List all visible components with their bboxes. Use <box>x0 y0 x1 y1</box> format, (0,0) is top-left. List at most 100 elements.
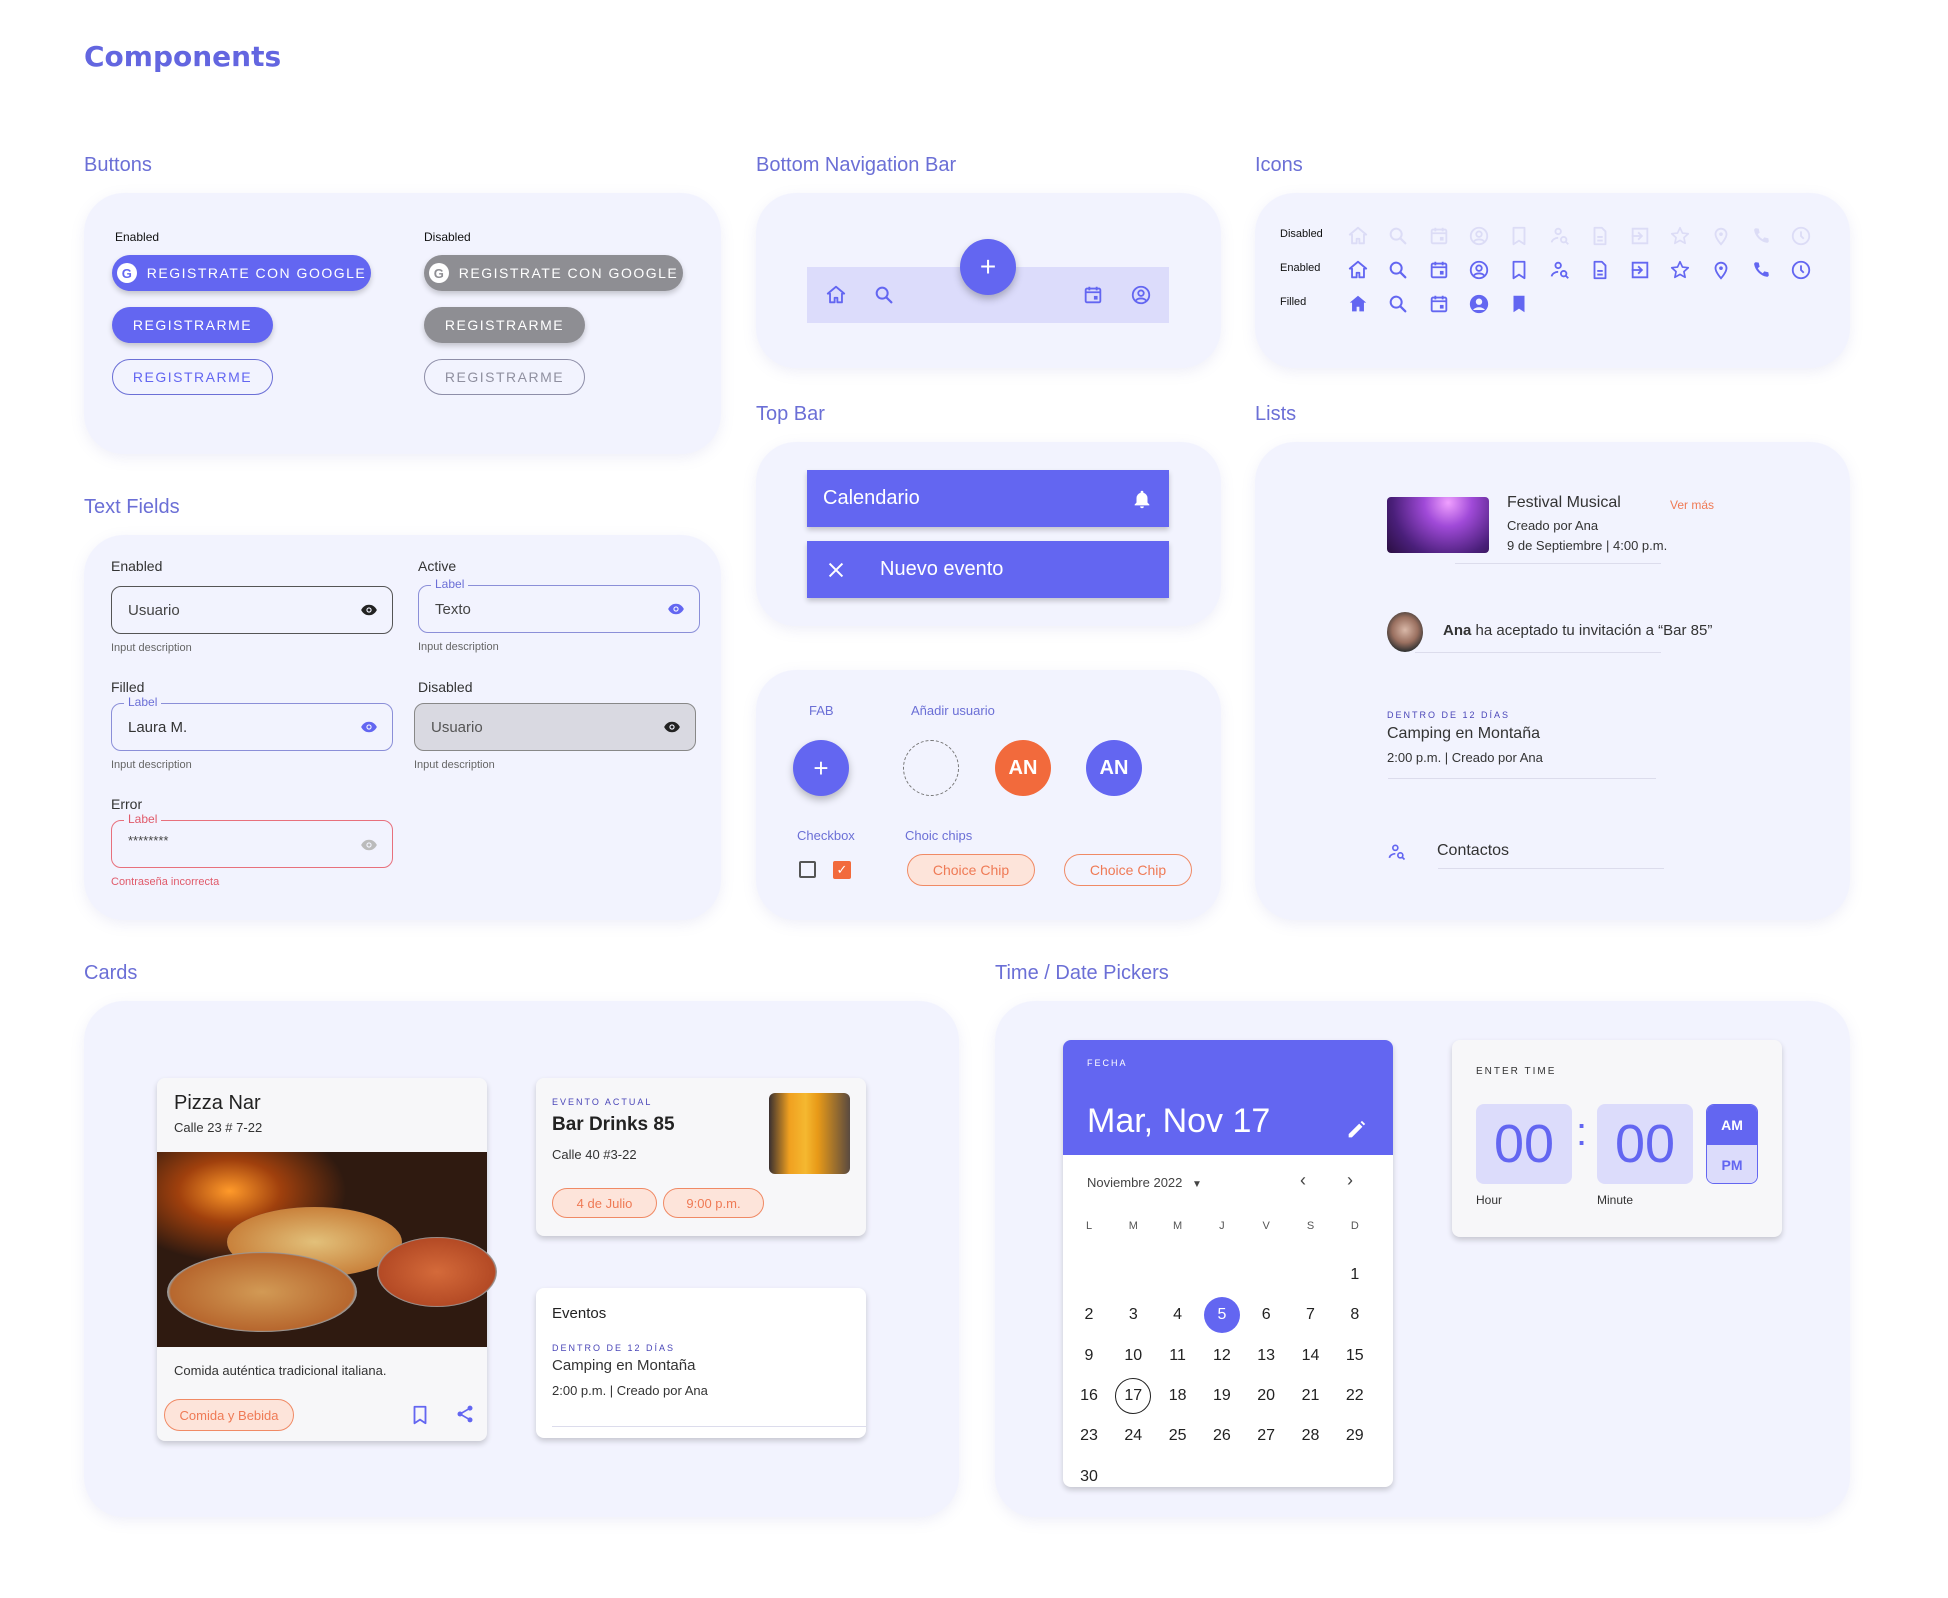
calendar-day[interactable]: 20 <box>1248 1378 1284 1414</box>
calendar-day[interactable]: 10 <box>1115 1338 1151 1374</box>
chips-label: Choic chips <box>905 828 973 843</box>
home-icon <box>1347 293 1369 315</box>
calendar-day[interactable]: 27 <box>1248 1418 1284 1454</box>
avatar-blue[interactable]: AN <box>1086 740 1142 796</box>
month-selector[interactable]: Noviembre 2022 ▼ <box>1087 1175 1202 1190</box>
date-chip[interactable]: 4 de Julio <box>552 1188 657 1218</box>
calendar-day[interactable]: 18 <box>1160 1378 1196 1414</box>
share-icon[interactable] <box>455 1404 475 1424</box>
filled-field-title: Filled <box>111 679 145 695</box>
top-bar-heading: Top Bar <box>756 403 825 425</box>
invitation-text: Ana ha aceptado tu invitación a “Bar 85” <box>1443 622 1712 639</box>
field-value: Usuario <box>431 718 483 736</box>
calendar-day[interactable]: 24 <box>1115 1418 1151 1454</box>
category-chip[interactable]: Comida y Bebida <box>164 1399 294 1431</box>
am-button[interactable]: AM <box>1707 1105 1757 1145</box>
bookmark-icon[interactable] <box>409 1404 431 1426</box>
account-icon <box>1468 225 1490 247</box>
close-icon[interactable] <box>825 559 847 581</box>
calendar-day[interactable]: 17 <box>1115 1377 1152 1414</box>
contacts-list-item[interactable]: Contactos <box>1437 842 1509 860</box>
chip-text: Choice Chip <box>932 862 1010 878</box>
google-register-button[interactable]: G REGISTRATE CON GOOGLE <box>112 255 371 291</box>
calendar-day[interactable]: 14 <box>1293 1338 1329 1374</box>
register-outline-button[interactable]: REGISTRARME <box>112 359 273 395</box>
calendar-day[interactable]: 12 <box>1204 1338 1240 1374</box>
username-field-disabled: Usuario <box>414 703 696 751</box>
add-user-placeholder[interactable] <box>903 740 959 796</box>
bell-icon[interactable] <box>1131 488 1153 510</box>
text-field-active[interactable]: Label Texto <box>418 577 700 633</box>
calendar-day[interactable]: 9 <box>1071 1338 1107 1374</box>
checkbox-unchecked[interactable] <box>799 861 816 878</box>
calendar-day[interactable]: 2 <box>1071 1297 1107 1333</box>
register-outline-label: REGISTRARME <box>132 369 253 385</box>
calendar-day[interactable]: 16 <box>1071 1378 1107 1414</box>
avatar-orange[interactable]: AN <box>995 740 1051 796</box>
calendar-day[interactable]: 28 <box>1293 1418 1329 1454</box>
add-fab-button[interactable]: + <box>960 239 1016 295</box>
time-picker: ENTER TIME 00 : 00 AM PM Hour Minute <box>1452 1040 1782 1237</box>
error-field-title: Error <box>111 796 143 812</box>
calendar-day[interactable]: 5 <box>1203 1297 1240 1334</box>
pickers-heading: Time / Date Pickers <box>995 962 1169 984</box>
account-icon <box>1468 293 1490 315</box>
checkbox-checked[interactable]: ✓ <box>833 861 851 879</box>
calendar-day[interactable]: 25 <box>1160 1418 1196 1454</box>
next-month-button[interactable]: › <box>1347 1170 1353 1191</box>
username-field-enabled[interactable]: Usuario <box>111 586 393 634</box>
calendar-day[interactable]: 26 <box>1204 1418 1240 1454</box>
register-label: REGISTRARME <box>132 317 253 333</box>
eye-icon[interactable] <box>360 601 378 619</box>
pm-button[interactable]: PM <box>1707 1145 1757 1183</box>
edit-pencil-icon[interactable] <box>1345 1119 1367 1141</box>
calendar-day[interactable]: 30 <box>1071 1459 1107 1488</box>
field-description: Input description <box>111 642 192 654</box>
calendar-icon <box>1428 293 1450 315</box>
eye-icon[interactable] <box>667 600 685 618</box>
minute-input[interactable]: 00 <box>1597 1104 1693 1184</box>
list-item-line3: 9 de Septiembre | 4:00 p.m. <box>1507 538 1668 553</box>
calendar-day[interactable]: 19 <box>1204 1378 1240 1414</box>
pizza-card[interactable]: Pizza Nar Calle 23 # 7-22 Comida auténti… <box>157 1078 497 1441</box>
password-field-error[interactable]: Label ******** <box>111 812 393 868</box>
see-more-link[interactable]: Ver más <box>1670 498 1714 512</box>
calendar-day[interactable]: 6 <box>1248 1297 1284 1333</box>
calendar-day[interactable]: 22 <box>1337 1378 1373 1414</box>
field-label: Label <box>431 577 469 591</box>
fab-button[interactable]: + <box>793 740 849 796</box>
bar-card[interactable]: EVENTO ACTUAL Bar Drinks 85 Calle 40 #3-… <box>536 1078 866 1236</box>
search-icon[interactable] <box>873 284 895 306</box>
list-item-title: Festival Musical <box>1507 494 1621 511</box>
time-chip[interactable]: 9:00 p.m. <box>663 1188 764 1218</box>
prev-month-button[interactable]: ‹ <box>1300 1170 1306 1191</box>
calendar-day[interactable]: 11 <box>1160 1338 1196 1374</box>
calendar-day[interactable]: 15 <box>1337 1338 1373 1374</box>
bottom-nav-heading: Bottom Navigation Bar <box>756 154 957 176</box>
home-icon[interactable] <box>825 284 847 306</box>
register-button[interactable]: REGISTRARME <box>112 307 273 343</box>
name-field-filled[interactable]: Label Laura M. <box>111 695 393 751</box>
add-user-label: Añadir usuario <box>911 703 995 718</box>
phone-icon <box>1750 225 1772 247</box>
calendar-day[interactable]: 4 <box>1160 1297 1196 1333</box>
choice-chip-selected[interactable]: Choice Chip <box>907 854 1035 886</box>
account-icon[interactable] <box>1130 284 1152 306</box>
calendar-day[interactable]: 3 <box>1115 1297 1151 1333</box>
calendar-day[interactable]: 1 <box>1337 1257 1373 1293</box>
calendar-day[interactable]: 21 <box>1293 1378 1329 1414</box>
eye-icon[interactable] <box>360 836 378 854</box>
calendar-day[interactable]: 23 <box>1071 1418 1107 1454</box>
clock-icon <box>1790 259 1812 281</box>
card-overline: DENTRO DE 12 DÍAS <box>552 1343 676 1353</box>
calendar-day[interactable]: 8 <box>1337 1297 1373 1333</box>
hour-input[interactable]: 00 <box>1476 1104 1572 1184</box>
field-value: Texto <box>435 600 471 618</box>
calendar-day[interactable]: 7 <box>1293 1297 1329 1333</box>
calendar-day[interactable]: 13 <box>1248 1338 1284 1374</box>
choice-chip[interactable]: Choice Chip <box>1064 854 1192 886</box>
events-card[interactable]: Eventos DENTRO DE 12 DÍAS Camping en Mon… <box>536 1288 866 1438</box>
calendar-day[interactable]: 29 <box>1337 1418 1373 1454</box>
eye-icon[interactable] <box>360 718 378 736</box>
calendar-icon[interactable] <box>1082 284 1104 306</box>
